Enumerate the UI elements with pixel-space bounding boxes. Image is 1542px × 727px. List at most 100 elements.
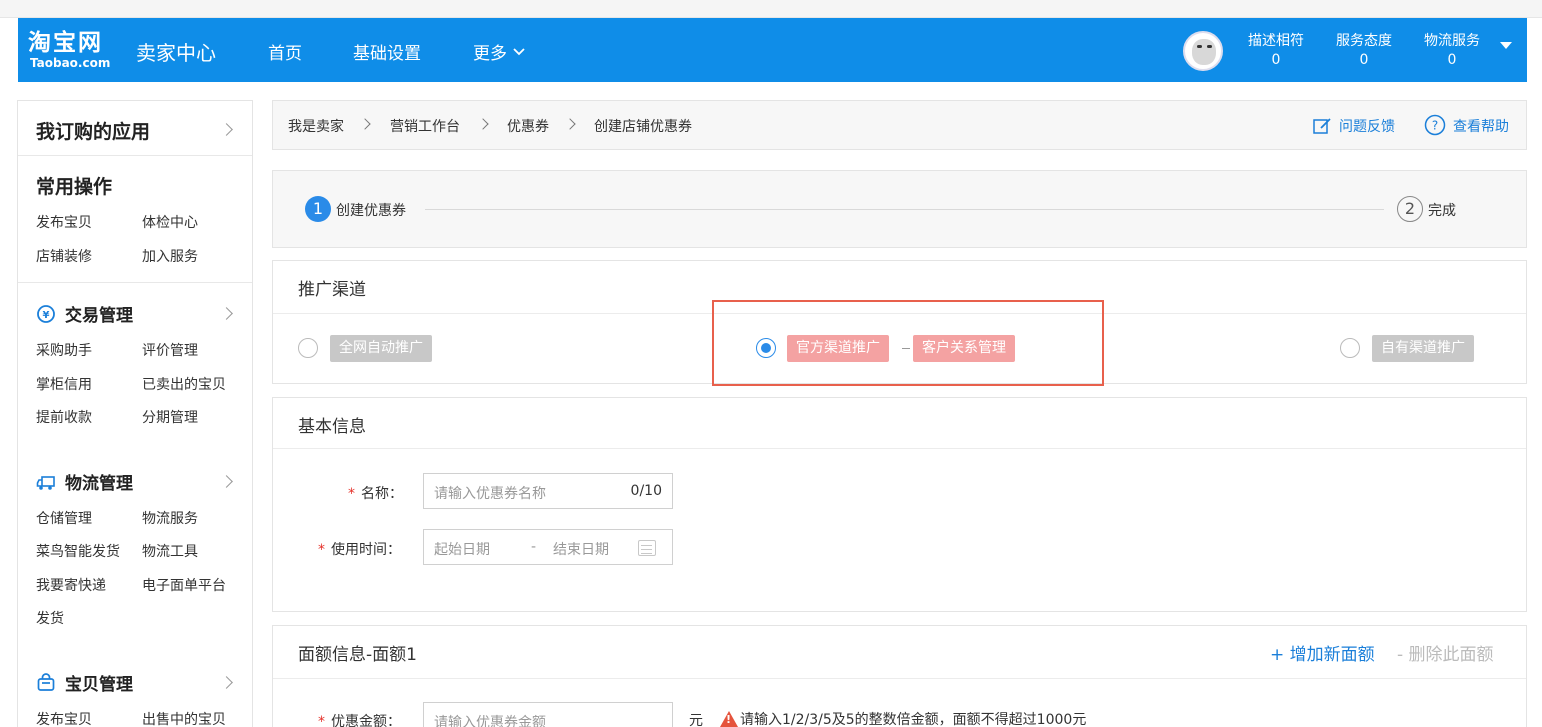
amount-label-text: 优惠金额： [331,714,401,727]
amount-label: * 优惠金额： [318,711,401,727]
nav-basic-settings[interactable]: 基础设置 [353,39,421,64]
sidebar-link[interactable]: 已卖出的宝贝 [142,374,226,394]
breadcrumb-item[interactable]: 我是卖家 [288,116,344,136]
score-value: 0 [1271,52,1281,68]
chevron-right-icon[interactable] [220,307,233,320]
coupon-name-input[interactable]: 请输入优惠券名称 0/10 [423,473,673,509]
chevron-down-icon [513,47,525,55]
nav-more[interactable]: 更多 [473,39,525,64]
score-description[interactable]: 描述相符 0 [1248,32,1304,70]
help-link[interactable]: ? 查看帮助 [1424,114,1509,136]
divider [18,155,252,156]
nav-home[interactable]: 首页 [268,39,302,64]
amount-hint-text: 请输入1/2/3/5及5的整数倍金额，面额不得超过1000元 [740,712,1087,727]
char-counter: 0/10 [630,483,662,499]
step-label: 完成 [1428,203,1456,219]
sidebar-link[interactable]: 体检中心 [142,212,198,232]
name-label: * 名称： [348,483,403,503]
sidebar-link[interactable]: 仓储管理 [36,508,92,528]
avatar[interactable] [1183,31,1223,71]
chevron-right-icon [477,118,489,130]
sidebar-group-trade[interactable]: ¥ 交易管理 [36,301,133,326]
caret-down-icon[interactable] [1500,42,1512,49]
calendar-icon[interactable] [638,540,656,556]
channel-tag[interactable]: 全网自动推广 [330,335,432,362]
avatar-face [1192,39,1216,65]
sidebar-link[interactable]: 物流工具 [142,541,198,561]
chevron-right-icon[interactable] [220,475,233,488]
progress-steps: 1 创建优惠券 2 完成 [272,170,1527,248]
sidebar-link[interactable]: 我要寄快递 [36,575,106,595]
sidebar-link[interactable]: 电子面单平台 [142,575,226,595]
chevron-right-icon[interactable] [220,676,233,689]
logo-sub: Taobao.com [30,56,111,70]
sidebar-link[interactable]: 物流服务 [142,508,198,528]
score-logistics[interactable]: 物流服务 0 [1424,32,1480,70]
time-label-text: 使用时间： [331,542,401,558]
shopping-bag-icon [36,672,56,693]
seller-center-title[interactable]: 卖家中心 [136,37,216,66]
input-placeholder: 请输入优惠券名称 [434,486,546,502]
input-placeholder: 请输入优惠券金额 [434,715,546,727]
required-mark: * [318,542,325,558]
breadcrumb-item[interactable]: 优惠券 [507,116,549,136]
required-mark: * [318,714,325,727]
required-mark: * [348,486,355,502]
sidebar-link[interactable]: 发布宝贝 [36,709,92,727]
score-value: 0 [1359,52,1369,68]
sidebar-link[interactable]: 菜鸟智能发货 [36,541,120,561]
score-label: 描述相符 [1248,33,1304,49]
divider [18,282,252,283]
breadcrumb-item-current: 创建店铺优惠券 [594,119,692,135]
edit-icon [1313,118,1331,134]
feedback-link[interactable]: 问题反馈 [1313,116,1395,136]
coupon-amount-input[interactable]: 请输入优惠券金额 [423,702,673,727]
sidebar-link[interactable]: 采购助手 [36,340,92,360]
avatar-eye-right [1207,45,1212,48]
taobao-logo[interactable]: 淘宝网 Taobao.com [28,30,110,69]
svg-text:?: ? [1432,118,1438,132]
sidebar-link[interactable]: 分期管理 [142,407,198,427]
sidebar-link[interactable]: 掌柜信用 [36,374,92,394]
sidebar-group-label: 物流管理 [65,474,133,494]
sidebar-apps-title[interactable]: 我订购的应用 [36,117,150,144]
section-title: 面额信息-面额1 [298,645,417,665]
sidebar-link[interactable]: 发布宝贝 [36,212,92,232]
sidebar: 我订购的应用 常用操作 发布宝贝 体检中心 店铺装修 加入服务 ¥ 交易管理 采… [17,100,253,727]
step-connector [425,209,1384,210]
channel-radio-own[interactable] [1340,338,1360,358]
channel-radio-auto[interactable] [298,338,318,358]
logo-main: 淘宝网 [28,30,103,56]
sidebar-link[interactable]: 提前收款 [36,407,92,427]
sidebar-group-label: 宝贝管理 [65,675,133,695]
sidebar-link[interactable]: 加入服务 [142,246,198,266]
breadcrumb-item[interactable]: 营销工作台 [390,116,460,136]
add-denomination-link[interactable]: + 增加新面额 [1270,640,1375,665]
sidebar-group-goods[interactable]: 宝贝管理 [36,670,133,695]
nav-more-label: 更多 [473,44,507,64]
chevron-right-icon[interactable] [220,123,233,136]
score-label: 服务态度 [1336,33,1392,49]
divider [273,678,1526,679]
step-number-active: 1 [305,196,331,222]
sidebar-link[interactable]: 发货 [36,608,64,628]
question-circle-icon: ? [1424,114,1446,135]
sidebar-link[interactable]: 店铺装修 [36,246,92,266]
sidebar-group-label: 交易管理 [65,306,133,326]
avatar-eye-left [1197,45,1202,48]
chevron-right-icon [564,118,576,130]
name-label-text: 名称： [361,486,403,502]
sidebar-group-logistics[interactable]: 物流管理 [36,469,133,494]
warning-icon [720,711,738,727]
score-service[interactable]: 服务态度 0 [1336,32,1392,70]
breadcrumb: 我是卖家 营销工作台 优惠券 创建店铺优惠券 问题反馈 ? 查看帮助 [272,100,1527,150]
chevron-right-icon [359,118,371,130]
date-range-picker[interactable]: 起始日期 - 结束日期 [423,529,673,565]
sidebar-link[interactable]: 评价管理 [142,340,198,360]
score-label: 物流服务 [1424,33,1480,49]
remove-denomination-link[interactable]: - 删除此面额 [1397,640,1494,665]
channel-tag[interactable]: 自有渠道推广 [1372,335,1474,362]
feedback-label: 问题反馈 [1339,119,1395,135]
step-number: 2 [1397,196,1423,222]
sidebar-link[interactable]: 出售中的宝贝 [142,709,226,727]
